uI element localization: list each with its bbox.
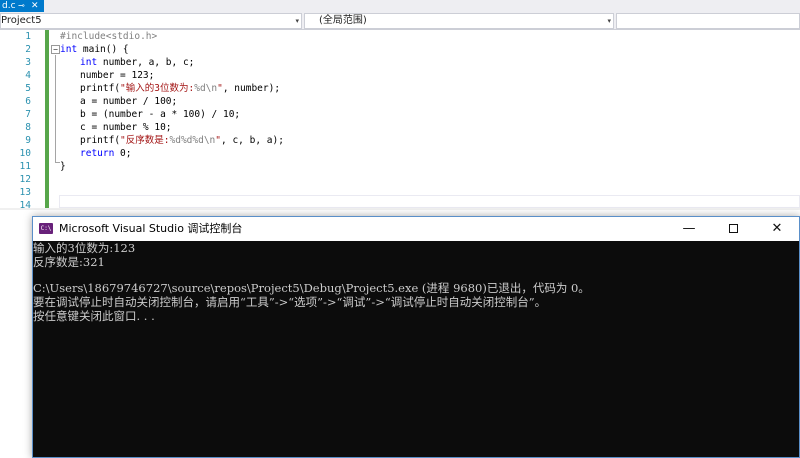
console-line: 按任意键关闭此窗口. . . [33,309,155,323]
console-line: 反序数是:321 [33,255,105,269]
chevron-down-icon: ▾ [295,17,299,25]
code-line-11: } [60,160,66,173]
console-titlebar[interactable]: C:\ Microsoft Visual Studio 调试控制台 — ✕ [33,217,799,241]
line-number: 14 [19,200,31,211]
line-number-gutter: 1 2 3 4 5 6 7 8 9 10 11 12 13 14 [0,30,44,211]
minimize-button[interactable]: — [667,217,711,241]
code-line-9: printf("反序数是:%d%d%d\n", c, b, a); [80,134,284,147]
code-text: a = number / 100; [80,96,178,107]
line-number: 5 [25,83,31,94]
code-text: number, a, b, c; [97,57,195,68]
string-literal: "输入的3位数为: [120,83,195,94]
console-line: 要在调试停止时自动关闭控制台，请启用“工具”->“选项”->“调试”->“调试停… [33,295,547,309]
line-number: 11 [19,161,31,172]
code-line-1: #include<stdio.h> [60,30,157,43]
line-number: 6 [25,96,31,107]
editor-tab-strip: d.c ⊸ ✕ [0,0,800,12]
keyword: int [60,44,78,55]
console-output[interactable]: 输入的3位数为:123 反序数是:321 C:\Users\1867974672… [33,241,799,457]
maximize-button[interactable] [711,217,755,241]
format-specifier: %d\n [194,83,218,94]
line-number: 7 [25,109,31,120]
string-literal: "反序数是: [120,135,170,146]
console-line: C:\Users\18679746727\source\repos\Projec… [33,281,590,295]
line-number: 12 [19,174,31,185]
keyword: return [80,148,115,159]
line-number: 9 [25,135,31,146]
member-dropdown[interactable] [616,13,800,29]
console-title: Microsoft Visual Studio 调试控制台 [59,222,243,235]
console-scrollbar[interactable] [787,241,799,457]
collapse-icon[interactable]: − [51,45,60,54]
code-line-3: int number, a, b, c; [80,56,194,69]
preprocessor-directive: #include<stdio.h> [60,31,158,42]
line-number: 3 [25,57,31,68]
scope-dropdown[interactable]: (全局范围) ▾ [304,13,614,29]
line-number: 1 [25,31,31,42]
close-button[interactable]: ✕ [755,217,799,241]
code-text: 0; [114,148,132,159]
current-line-highlight [59,195,800,208]
tab-file[interactable]: d.c ⊸ ✕ [0,0,44,12]
line-number: 10 [19,148,31,159]
code-line-5: printf("输入的3位数为:%d\n", number); [80,82,280,95]
code-text: b = (number - a * 100) / 10; [80,109,241,120]
scope-dropdown-value: (全局范围) [319,15,367,26]
code-text: , number); [222,83,281,94]
debug-console-window[interactable]: C:\ Microsoft Visual Studio 调试控制台 — ✕ 输入… [32,216,800,458]
code-text: c = number % 10; [80,122,172,133]
navigation-bar: Project5 ▾ (全局范围) ▾ [0,12,800,30]
line-number: 13 [19,187,31,198]
maximize-icon [728,224,738,233]
tab-filename: d.c [2,1,16,11]
keyword: int [80,57,98,68]
change-tracking-bar [45,30,49,208]
code-text: , c, b, a); [221,135,284,146]
code-text: printf( [80,135,121,146]
editor-bottom-divider [0,208,800,210]
code-text: } [60,161,66,172]
console-app-icon: C:\ [39,223,53,234]
fold-guide [55,55,56,162]
code-line-10: return 0; [80,147,132,160]
chevron-down-icon: ▾ [607,17,611,25]
format-specifier: %d%d%d\n [169,135,216,146]
line-number: 8 [25,122,31,133]
project-dropdown[interactable]: Project5 ▾ [0,13,302,29]
code-line-6: a = number / 100; [80,95,177,108]
line-number: 4 [25,70,31,81]
console-line: 输入的3位数为:123 [33,241,136,255]
code-line-4: number = 123; [80,69,154,82]
line-number: 2 [25,44,31,55]
code-line-8: c = number % 10; [80,121,172,134]
close-icon[interactable]: ✕ [31,0,39,12]
code-text: number = 123; [80,70,155,81]
pin-icon[interactable]: ⊸ [18,0,25,12]
code-line-2: int main() { [60,43,129,56]
code-text: main() { [77,44,129,55]
code-line-7: b = (number - a * 100) / 10; [80,108,240,121]
project-dropdown-value: Project5 [1,15,42,26]
code-text: printf( [80,83,121,94]
code-editor[interactable]: 1 2 3 4 5 6 7 8 9 10 11 12 13 14 − #incl… [0,30,800,211]
